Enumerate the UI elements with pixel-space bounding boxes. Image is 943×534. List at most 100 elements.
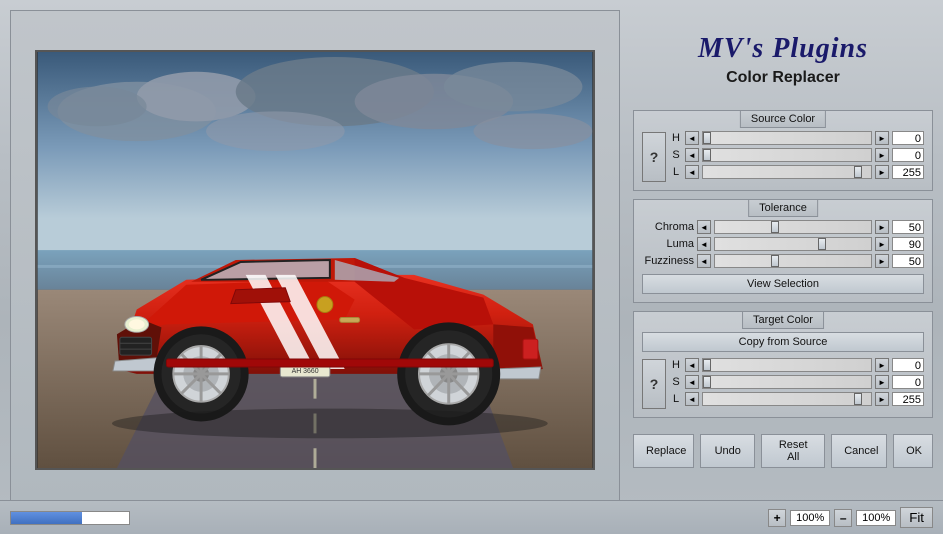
source-question-button[interactable]: ? [642,132,666,182]
fuzziness-left-arrow[interactable]: ◄ [697,254,711,268]
view-selection-button[interactable]: View Selection [642,274,924,294]
fuzziness-row: Fuzziness ◄ ► 50 [642,254,924,268]
luma-label: Luma [642,238,694,250]
tolerance-panel: Tolerance Chroma ◄ ► 50 Luma ◄ [633,199,933,303]
target-s-left-arrow[interactable]: ◄ [685,375,699,389]
source-s-row: S ◄ ► 0 [670,148,924,162]
image-frame: AH 3660 [35,50,595,470]
chroma-thumb[interactable] [771,221,779,233]
source-l-slider[interactable] [702,165,872,179]
luma-slider[interactable] [714,237,872,251]
source-l-thumb[interactable] [854,166,862,178]
undo-button[interactable]: Undo [700,434,755,468]
source-l-right-arrow[interactable]: ► [875,165,889,179]
source-h-thumb[interactable] [703,132,711,144]
reset-all-button[interactable]: Reset All [761,434,825,468]
source-s-value: 0 [892,148,924,162]
source-s-left-arrow[interactable]: ◄ [685,148,699,162]
ok-button[interactable]: OK [893,434,933,468]
source-h-left-arrow[interactable]: ◄ [685,131,699,145]
target-hsl-rows: H ◄ ► 0 S ◄ [670,358,924,409]
chroma-label: Chroma [642,221,694,233]
target-l-value: 255 [892,392,924,406]
chroma-value: 50 [892,220,924,234]
target-s-row: S ◄ ► 0 [670,375,924,389]
target-s-slider[interactable] [702,375,872,389]
luma-thumb[interactable] [818,238,826,250]
source-l-left-arrow[interactable]: ◄ [685,165,699,179]
tolerance-title: Tolerance [748,199,818,217]
luma-value: 90 [892,237,924,251]
source-color-content: ? H ◄ ► 0 S ◄ [642,131,924,182]
target-l-thumb[interactable] [854,393,862,405]
source-h-row: H ◄ ► 0 [670,131,924,145]
target-h-value: 0 [892,358,924,372]
target-l-slider[interactable] [702,392,872,406]
copy-from-source-button[interactable]: Copy from Source [642,332,924,352]
target-s-right-arrow[interactable]: ► [875,375,889,389]
target-color-panel: Target Color Copy from Source ? H ◄ ► [633,311,933,418]
source-s-slider[interactable] [702,148,872,162]
target-color-title: Target Color [742,311,824,329]
zoom-out-button[interactable]: – [834,509,852,527]
target-h-slider[interactable] [702,358,872,372]
target-s-thumb[interactable] [703,376,711,388]
chroma-right-arrow[interactable]: ► [875,220,889,234]
bottom-buttons: Replace Undo Reset All Cancel OK [633,426,933,476]
chroma-left-arrow[interactable]: ◄ [697,220,711,234]
source-s-label: S [670,149,682,161]
zoom-value2-display: 100% [856,510,896,526]
main-container: AH 3660 MV's Plugins Color Replacer Sour… [0,0,943,534]
source-l-label: L [670,166,682,178]
target-s-value: 0 [892,375,924,389]
cancel-button[interactable]: Cancel [831,434,887,468]
source-s-right-arrow[interactable]: ► [875,148,889,162]
progress-bar-fill [11,512,82,524]
tolerance-content: Chroma ◄ ► 50 Luma ◄ ► 90 [642,220,924,294]
source-h-slider[interactable] [702,131,872,145]
target-l-right-arrow[interactable]: ► [875,392,889,406]
replace-button[interactable]: Replace [633,434,694,468]
fuzziness-value: 50 [892,254,924,268]
source-h-value: 0 [892,131,924,145]
luma-row: Luma ◄ ► 90 [642,237,924,251]
target-color-content: Copy from Source ? H ◄ ► 0 [642,332,924,409]
fuzziness-right-arrow[interactable]: ► [875,254,889,268]
target-s-label: S [670,376,682,388]
logo-signature: MV's Plugins [698,33,868,65]
source-s-thumb[interactable] [703,149,711,161]
target-h-right-arrow[interactable]: ► [875,358,889,372]
luma-right-arrow[interactable]: ► [875,237,889,251]
chroma-slider[interactable] [714,220,872,234]
progress-bar-container [10,511,130,525]
bottom-bar: + 100% – 100% Fit [0,500,943,534]
fuzziness-slider[interactable] [714,254,872,268]
target-h-label: H [670,359,682,371]
car-image: AH 3660 [37,52,593,468]
target-h-thumb[interactable] [703,359,711,371]
left-panel: AH 3660 [10,10,620,510]
target-h-left-arrow[interactable]: ◄ [685,358,699,372]
source-h-right-arrow[interactable]: ► [875,131,889,145]
source-l-row: L ◄ ► 255 [670,165,924,179]
source-hsl-group: ? H ◄ ► 0 S ◄ [642,131,924,182]
svg-text:AH 3660: AH 3660 [292,368,319,375]
fuzziness-label: Fuzziness [642,255,694,267]
source-color-panel: Source Color ? H ◄ ► 0 [633,110,933,191]
source-h-label: H [670,132,682,144]
luma-left-arrow[interactable]: ◄ [697,237,711,251]
logo-area: MV's Plugins Color Replacer [633,10,933,110]
fuzziness-thumb[interactable] [771,255,779,267]
target-l-row: L ◄ ► 255 [670,392,924,406]
target-l-left-arrow[interactable]: ◄ [685,392,699,406]
target-hsl-group: ? H ◄ ► 0 S ◄ [642,358,924,409]
fit-button[interactable]: Fit [900,507,933,528]
logo-subtitle: Color Replacer [726,69,840,87]
zoom-in-button[interactable]: + [768,509,786,527]
target-question-button[interactable]: ? [642,359,666,409]
zoom-control: + 100% – 100% Fit [768,507,933,528]
zoom-value-display: 100% [790,510,830,526]
target-l-label: L [670,393,682,405]
source-color-title: Source Color [740,110,826,128]
source-l-value: 255 [892,165,924,179]
